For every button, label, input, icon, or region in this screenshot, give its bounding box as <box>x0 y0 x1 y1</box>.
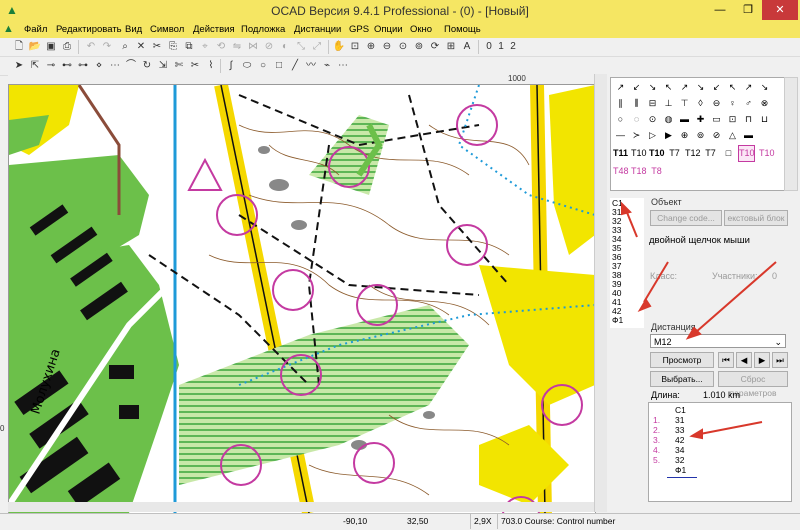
annotation-arrows <box>621 201 777 440</box>
status-info: 703.0 Course: Control number <box>497 514 800 529</box>
status-y: 32,50 <box>407 516 429 526</box>
status-bar: -90,10 32,50 2,9X 703.0 Course: Control … <box>0 513 800 530</box>
status-x: -90,10 <box>343 516 368 526</box>
status-zoom: 2,9X <box>470 514 498 529</box>
